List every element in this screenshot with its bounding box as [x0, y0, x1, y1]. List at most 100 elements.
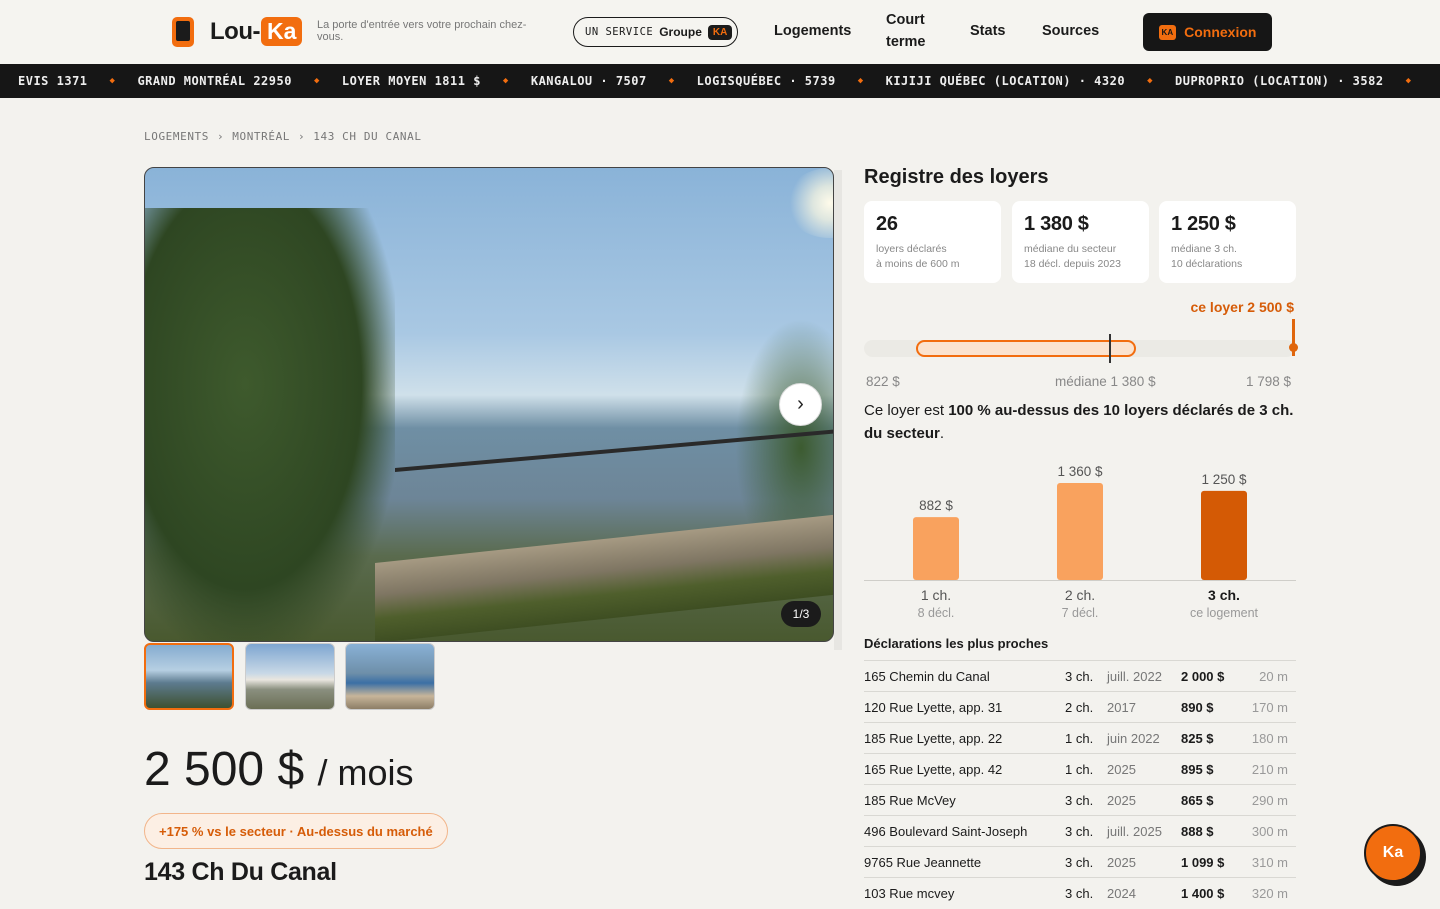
connexion-label: Connexion	[1184, 24, 1257, 40]
cell-price: 895 $	[1181, 753, 1251, 785]
cell-street: 103 Rue mcvey	[864, 877, 1065, 909]
ticker-item: KANGALOU · 7507	[530, 74, 647, 88]
market-comparison-badge: +175 % vs le secteur · Au-dessus du marc…	[144, 813, 448, 849]
table-row[interactable]: 165 Chemin du Canal 3 ch. juill. 2022 2 000…	[864, 660, 1296, 692]
cell-street: 9765 Rue Jeannette	[864, 846, 1065, 878]
nav-stats[interactable]: Stats	[970, 20, 1005, 42]
cell-dist: 20 m	[1251, 660, 1296, 692]
chart-bar	[1057, 483, 1103, 580]
cell-date: 2025	[1107, 784, 1181, 816]
table-row[interactable]: 120 Rue Lyette, app. 31 2 ch. 2017 890 $170…	[864, 691, 1296, 723]
this-rent-label: ce loyer 2 500 $	[1190, 299, 1294, 315]
table-row[interactable]: 165 Rue Lyette, app. 42 1 ch. 2025 895 $210…	[864, 753, 1296, 785]
chart-value-label: 1 360 $	[1057, 464, 1103, 479]
range-min-label: 822 $	[866, 374, 900, 389]
cell-dist: 210 m	[1251, 753, 1296, 785]
chat-button[interactable]: Ka	[1364, 824, 1422, 882]
registry-title: Registre des loyers	[864, 166, 1049, 188]
connexion-button[interactable]: KA Connexion	[1143, 13, 1272, 51]
table-row[interactable]: 185 Rue McVey 3 ch. 2025 865 $290 m	[864, 784, 1296, 816]
gallery-next-button[interactable]: ›	[779, 383, 822, 426]
cell-dist: 180 m	[1251, 722, 1296, 754]
cell-street: 120 Rue Lyette, app. 31	[864, 691, 1065, 723]
stat-line: médiane 3 ch.	[1171, 243, 1237, 255]
table-row[interactable]: 103 Rue mcvey 3 ch. 2024 1 400 $320 m	[864, 877, 1296, 909]
cell-date: 2017	[1107, 691, 1181, 723]
logo-text[interactable]: Lou-	[210, 18, 260, 46]
gallery-thumbnail-2[interactable]	[245, 643, 335, 710]
breadcrumb-current: 143 CH DU CANAL	[313, 130, 422, 143]
cell-date: juin 2022	[1107, 722, 1181, 754]
table-row[interactable]: 496 Boulevard Saint-Joseph 3 ch. juill. 20…	[864, 815, 1296, 847]
chart-bar	[913, 517, 959, 580]
cell-dist: 290 m	[1251, 784, 1296, 816]
cell-price: 1 400 $	[1181, 877, 1251, 909]
cell-date: 2025	[1107, 846, 1181, 878]
breadcrumb-montreal[interactable]: MONTRÉAL	[232, 130, 290, 143]
chart-sublabel: 8 décl.	[918, 606, 955, 620]
price-amount: 2 500 $	[144, 743, 305, 796]
stat-line: 18 décl. depuis 2023	[1024, 258, 1121, 270]
cell-rooms: 1 ch.	[1065, 753, 1107, 785]
range-median-label: médiane 1 380 $	[1055, 374, 1156, 389]
rent-range-median-tick	[1109, 334, 1111, 363]
photo-gallery[interactable]	[144, 167, 834, 642]
cell-dist: 310 m	[1251, 846, 1296, 878]
cell-price: 890 $	[1181, 691, 1251, 723]
cell-price: 865 $	[1181, 784, 1251, 816]
cell-dist: 320 m	[1251, 877, 1296, 909]
stat-value: 26	[876, 213, 898, 235]
photo-sun	[785, 168, 833, 238]
gallery-thumbnail-3[interactable]	[345, 643, 435, 710]
breadcrumb-separator: ›	[298, 130, 306, 143]
tagline: La porte d'entrée vers votre prochain ch…	[317, 19, 527, 43]
cell-price: 825 $	[1181, 722, 1251, 754]
table-row[interactable]: 185 Rue Lyette, app. 22 1 ch. juin 2022 825…	[864, 722, 1296, 754]
cell-dist: 170 m	[1251, 691, 1296, 723]
cell-date: juill. 2022	[1107, 660, 1181, 692]
ticker-track: EVIS 1371 ◆ GRAND MONTRÉAL 22950 ◆ LOYER M…	[0, 64, 1412, 98]
chart-category-label: 1 ch.	[921, 587, 951, 603]
range-max-label: 1 798 $	[1246, 374, 1292, 389]
ticker-item: EVIS 1371	[18, 74, 88, 88]
gallery-counter: 1/3	[781, 601, 821, 627]
chart-sublabel: ce logement	[1190, 606, 1259, 620]
ticker-item: LOYER MOYEN 1811 $	[341, 74, 481, 88]
phone-logo-icon[interactable]	[172, 17, 194, 47]
service-badge[interactable]: UN SERVICE Groupe KA	[573, 17, 738, 47]
ticker-dot-icon: ◆	[1405, 76, 1412, 86]
nav-logements[interactable]: Logements	[774, 20, 851, 42]
cell-date: 2025	[1107, 753, 1181, 785]
bedroom-median-chart: 882 $ 1 ch. 8 décl. 1 360 $ 2 ch. 7 décl. 1 25…	[913, 464, 1259, 620]
ticker-item: LOGISQUÉBEC · 5739	[696, 74, 836, 88]
service-ka-badge: KA	[707, 24, 733, 40]
summary-suffix: .	[939, 425, 945, 442]
this-rent-marker-dot	[1289, 343, 1298, 352]
cell-rooms: 3 ch.	[1065, 815, 1107, 847]
nav-sources[interactable]: Sources	[1042, 20, 1099, 42]
photo-trees-left	[145, 208, 395, 641]
cell-street: 165 Chemin du Canal	[864, 660, 1065, 692]
cell-street: 496 Boulevard Saint-Joseph	[864, 815, 1065, 847]
breadcrumb-logements[interactable]: LOGEMENTS	[144, 130, 209, 143]
cell-rooms: 3 ch.	[1065, 784, 1107, 816]
chart-sublabel: 7 décl.	[1062, 606, 1099, 620]
cell-rooms: 2 ch.	[1065, 691, 1107, 723]
table-row[interactable]: 9765 Rue Jeannette 3 ch. 2025 1 099 $310 m	[864, 846, 1296, 878]
cell-price: 2 000 $	[1181, 660, 1251, 692]
stat-line: médiane du secteur	[1024, 243, 1117, 255]
gallery-thumbnail-1[interactable]	[144, 643, 234, 710]
chart-value-label: 1 250 $	[1201, 472, 1247, 487]
stats-ticker: EVIS 1371 ◆ GRAND MONTRÉAL 22950 ◆ LOYER M…	[0, 64, 1440, 98]
gallery-shadow	[834, 170, 842, 650]
cell-date: 2024	[1107, 877, 1181, 909]
cell-street: 185 Rue McVey	[864, 784, 1065, 816]
nav-court-terme[interactable]: Court terme	[886, 9, 936, 53]
ticker-item: KIJIJI QUÉBEC (LOCATION) · 4320	[885, 74, 1126, 88]
chart-category-label: 2 ch.	[1065, 587, 1095, 603]
ticker-item: DUPROPRIO (LOCATION) · 3582	[1175, 74, 1384, 88]
listing-address: 143 Ch Du Canal	[144, 858, 337, 886]
logo-ka-badge[interactable]: Ka	[261, 17, 303, 46]
stat-card-sector-median: 1 380 $ médiane du secteur 18 décl. depu…	[1012, 201, 1149, 283]
cell-date: juill. 2025	[1107, 815, 1181, 847]
